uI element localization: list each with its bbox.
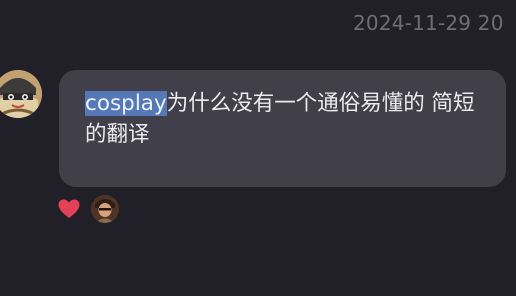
message-text: cosplay为什么没有一个通俗易懂的 简短的翻译 — [85, 88, 482, 150]
reactions-bar — [57, 194, 119, 224]
person-avatar-icon — [91, 195, 119, 223]
ninja-cat-avatar-icon — [0, 70, 42, 118]
message-timestamp: 2024-11-29 20 — [353, 11, 504, 35]
chat-view: 2024-11-29 20 cosplay为什么没有一个通俗易懂的 简短的翻译 — [0, 0, 516, 296]
heart-icon[interactable] — [57, 197, 81, 221]
sender-avatar[interactable] — [0, 70, 42, 118]
selected-text: cosplay — [85, 91, 167, 116]
message-bubble[interactable]: cosplay为什么没有一个通俗易懂的 简短的翻译 — [59, 70, 506, 187]
reactor-avatar[interactable] — [91, 195, 119, 223]
